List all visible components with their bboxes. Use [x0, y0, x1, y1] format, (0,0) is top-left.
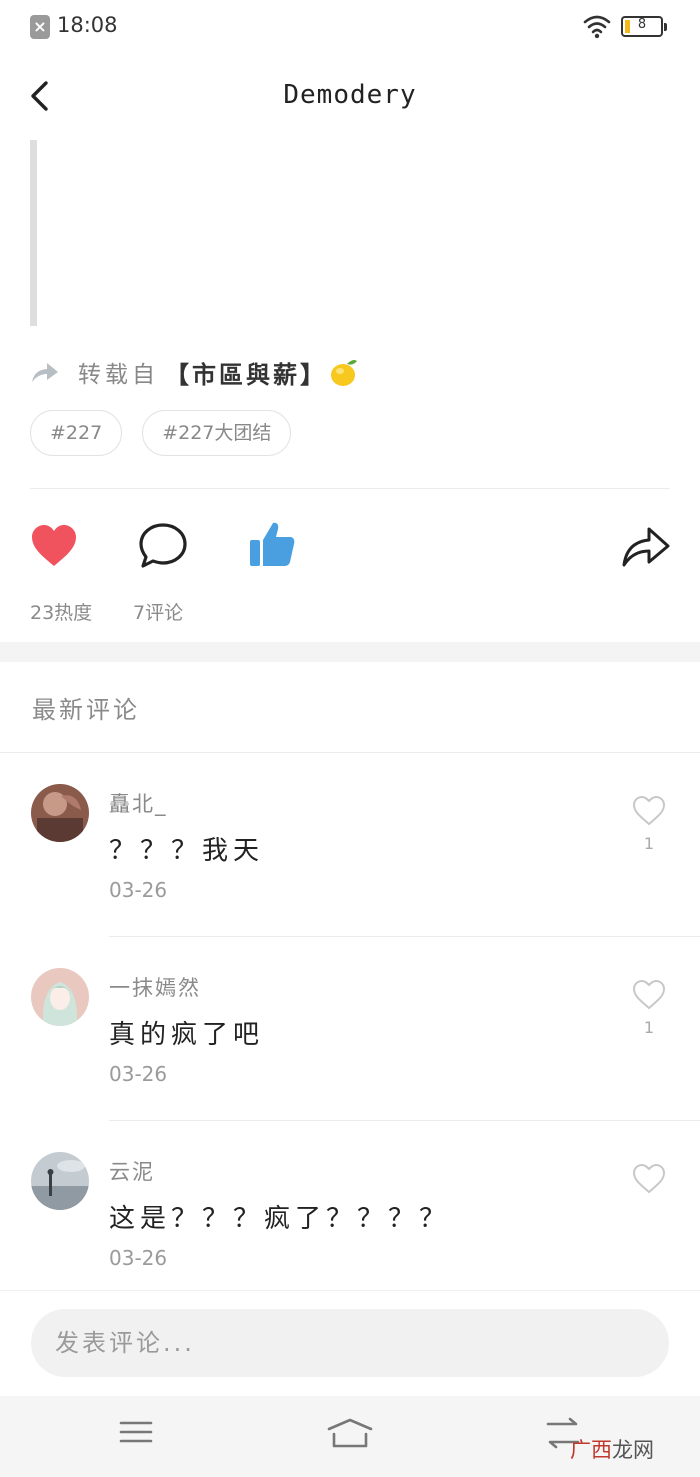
comment-like-count: 1 — [643, 834, 655, 853]
comment-text: 这是？？？疯了？？？？ — [109, 1204, 451, 1234]
watermark-brand-b: 龙网 — [612, 1438, 654, 1462]
repost-source[interactable]: 【市區與薪】 — [165, 355, 327, 390]
speech-bubble-icon[interactable] — [138, 521, 188, 569]
status-time: 18:08 — [57, 13, 118, 37]
avatar[interactable] — [31, 968, 89, 1026]
comment-input[interactable]: 发表评论... — [31, 1309, 669, 1377]
heart-icon[interactable] — [30, 524, 78, 568]
battery-level: 8 — [637, 17, 647, 32]
comment-date: 03-26 — [109, 1246, 168, 1270]
battery-icon: 8 — [621, 16, 667, 37]
comment-username[interactable]: 矗北_ — [109, 788, 168, 818]
repost-line[interactable]: 转载自 【市區與薪】 — [30, 352, 359, 392]
tag-chip[interactable]: #227大团结 — [142, 410, 292, 456]
comment-like-count: 1 — [643, 1018, 655, 1037]
quote-bar — [30, 140, 37, 326]
comment-text: ？？？我天 — [109, 836, 265, 866]
comment-count: 7评论 — [133, 602, 184, 624]
heart-outline-icon[interactable] — [632, 1163, 666, 1195]
divider — [109, 936, 700, 937]
divider — [109, 1120, 700, 1121]
menu-icon[interactable] — [118, 1416, 154, 1448]
avatar[interactable] — [31, 784, 89, 842]
status-bar: × 18:08 8 — [0, 0, 700, 56]
comment-item: 矗北_ ？？？我天 03-26 1 — [0, 784, 700, 936]
tag-chip[interactable]: #227 — [30, 410, 123, 456]
repost-prefix: 转载自 — [78, 362, 159, 388]
watermark: 广西龙网 — [570, 1434, 654, 1464]
thumbs-up-icon[interactable] — [248, 520, 296, 568]
divider — [30, 488, 670, 489]
comment-text: 真的疯了吧 — [109, 1020, 265, 1050]
comment-username[interactable]: 云泥 — [109, 1156, 155, 1186]
wifi-icon — [583, 15, 611, 39]
comment-item: 云泥 这是？？？疯了？？？？ 03-26 — [0, 1152, 700, 1282]
comment-date: 03-26 — [109, 1062, 168, 1086]
divider — [0, 752, 700, 753]
action-bar — [0, 516, 700, 580]
comment-item: 一抹嫣然 真的疯了吧 03-26 1 — [0, 968, 700, 1120]
comment-composer: 发表评论... — [0, 1290, 700, 1396]
comments-section-title: 最新评论 — [32, 696, 140, 724]
watermark-brand-a: 广西 — [570, 1438, 612, 1462]
avatar[interactable] — [31, 1152, 89, 1210]
home-icon[interactable] — [326, 1416, 374, 1452]
repost-arrow-icon — [32, 363, 58, 382]
section-separator — [0, 642, 700, 662]
lemon-emoji-icon — [331, 360, 357, 386]
tag-list: #227 #227大团结 — [30, 410, 311, 456]
heart-outline-icon[interactable] — [632, 979, 666, 1011]
app-notification-icon: × — [30, 15, 50, 39]
heart-outline-icon[interactable] — [632, 795, 666, 827]
share-arrow-icon[interactable] — [621, 524, 671, 568]
comment-date: 03-26 — [109, 878, 168, 902]
page-title: Demodery — [283, 80, 417, 110]
comment-username[interactable]: 一抹嫣然 — [109, 972, 201, 1002]
heat-count: 23热度 — [30, 602, 93, 624]
nav-bar: Demodery — [0, 60, 700, 136]
